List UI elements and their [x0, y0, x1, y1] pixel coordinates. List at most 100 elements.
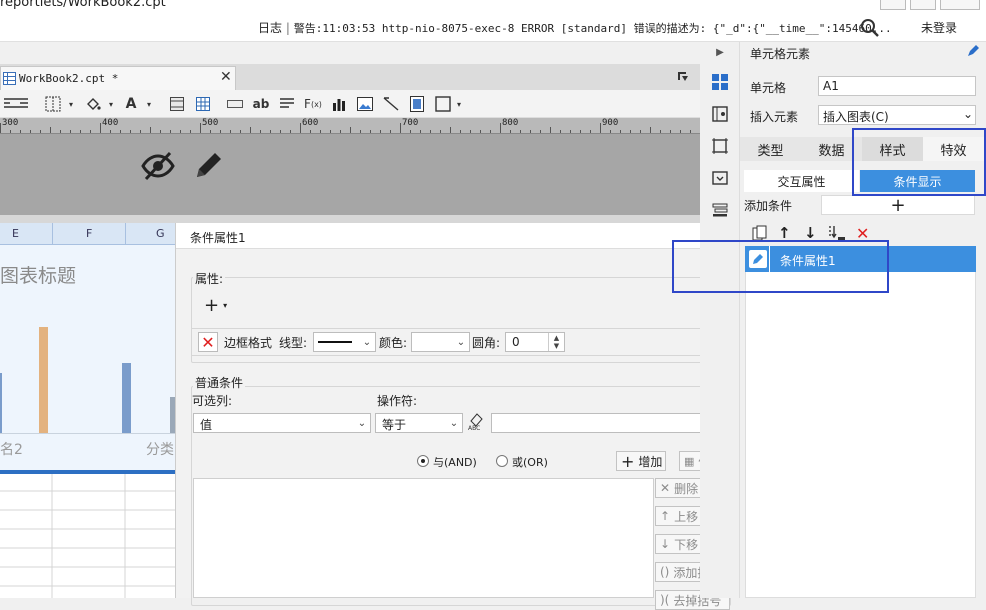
close-window-button[interactable] [940, 0, 980, 10]
add-attribute-button[interactable]: + ▾ [200, 295, 230, 316]
or-label: 或(OR) [512, 456, 548, 469]
radius-spinner[interactable]: 0 ▲ ▼ [505, 332, 565, 352]
collapse-arrow-icon[interactable]: ▶ [710, 42, 730, 62]
spreadsheet-icon [3, 72, 16, 88]
column-select-value: 值 [200, 418, 213, 432]
log-message: 警告:11:03:53 http-nio-8075-exec-8 ERROR [… [293, 22, 892, 35]
insert-text-icon[interactable] [226, 95, 244, 113]
value-type-icon[interactable]: ABC [467, 411, 487, 432]
chevron-down-icon: ⌄ [962, 107, 973, 121]
table-grid-icon[interactable] [194, 95, 212, 113]
editor-top-area [0, 42, 700, 64]
cell-attribute-icon[interactable] [710, 104, 730, 124]
and-radio[interactable] [417, 455, 429, 467]
arrow-down-icon: ↓ [660, 537, 671, 551]
log-area[interactable]: 日志 | 警告:11:03:53 http-nio-8075-exec-8 ER… [258, 19, 892, 36]
merge-cells-icon[interactable] [168, 95, 186, 113]
cell-element-icon[interactable] [710, 72, 730, 92]
insert-element-select[interactable]: 插入图表(C) ⌄ [818, 105, 976, 125]
line-type-label: 线型: [279, 336, 308, 350]
panel-edit-icon[interactable] [966, 44, 980, 61]
condition-attribute-list[interactable] [745, 246, 976, 598]
insert-element-label: 插入元素 [750, 110, 799, 124]
insert-slash-icon[interactable] [382, 95, 400, 113]
line-sample [318, 341, 352, 343]
operator-select[interactable]: 等于 ⌄ [375, 413, 463, 433]
bracket-icon: () [660, 565, 670, 579]
insert-image-icon[interactable] [356, 95, 374, 113]
restore-button[interactable] [910, 0, 936, 10]
radius-label: 圆角: [472, 336, 501, 350]
align-right-icon[interactable] [12, 95, 30, 113]
edit-pencil-icon[interactable] [192, 150, 224, 185]
border-dropdown-icon[interactable]: ▾ [62, 95, 80, 113]
add-condition-plus-button[interactable]: + [821, 195, 975, 216]
ruler-label: 700 [402, 118, 419, 128]
cell-grid[interactable] [0, 474, 175, 598]
arrow-up-icon: ↑ [660, 509, 671, 523]
chevron-down-icon: ⌄ [449, 417, 459, 429]
frame-dropdown-icon[interactable]: ▾ [450, 95, 468, 113]
dialog-header: 条件属性1 [176, 223, 744, 249]
or-radio[interactable] [496, 455, 508, 467]
ruler-label: 300 [2, 118, 19, 128]
line-type-select[interactable]: ⌄ [313, 332, 376, 352]
insert-chart-icon[interactable] [330, 95, 348, 113]
delete-icon: ✕ [660, 481, 671, 495]
font-color-icon[interactable]: A [122, 95, 140, 113]
insert-paragraph-icon[interactable] [278, 95, 296, 113]
list-settings-icon[interactable] [710, 200, 730, 220]
insert-formula-icon[interactable]: F (x) [304, 95, 322, 113]
column-f[interactable]: F [86, 227, 92, 240]
cell-input[interactable]: A1 [818, 76, 976, 96]
search-icon[interactable] [860, 18, 880, 41]
window-title: reportlets/WorkBook2.cpt [0, 0, 166, 10]
insert-subreport-icon[interactable] [408, 95, 426, 113]
condition-list[interactable] [193, 478, 654, 598]
float-element-icon[interactable] [710, 136, 730, 156]
tab-interaction[interactable]: 交互属性 [744, 170, 859, 192]
spinner-arrows-icon[interactable]: ▲ ▼ [548, 333, 564, 351]
remove-attribute-icon[interactable]: ✕ [198, 332, 218, 352]
panel-heading: 单元格元素 [750, 47, 811, 61]
ruler-label: 600 [302, 118, 319, 128]
ruler-label: 500 [202, 118, 219, 128]
window-title-bar: reportlets/WorkBook2.cpt [0, 0, 986, 12]
tab-label: WorkBook2.cpt * [19, 72, 119, 85]
login-link[interactable]: 未登录 [921, 19, 957, 36]
insert-richtext-icon[interactable]: ab [252, 95, 270, 113]
fill-color-icon[interactable] [84, 95, 102, 113]
attribute-legend: 属性: [193, 270, 226, 287]
column-header: E F G [0, 223, 175, 245]
right-icon-strip: ▶ [700, 42, 740, 598]
tab-menu-icon[interactable] [676, 70, 690, 87]
plus-icon: + [621, 451, 635, 471]
tab-type[interactable]: 类型 [740, 137, 801, 161]
font-color-dropdown-icon[interactable]: ▾ [140, 95, 158, 113]
condition-value-input[interactable] [491, 413, 729, 433]
fill-dropdown-icon[interactable]: ▾ [102, 95, 120, 113]
color-select[interactable]: ⌄ [411, 332, 470, 352]
close-tab-icon[interactable]: ✕ [220, 69, 232, 85]
x-axis-label: 分类 [146, 442, 174, 458]
chart-bar [0, 373, 2, 433]
tab-workbook2[interactable]: WorkBook2.cpt * ✕ [0, 66, 236, 90]
column-select[interactable]: 值 ⌄ [193, 413, 371, 433]
border-icon[interactable] [44, 95, 62, 113]
radius-value: 0 [512, 335, 520, 349]
bracket-remove-icon: )( [660, 593, 670, 607]
log-label[interactable]: 日志 [258, 21, 282, 35]
x-axis-label: 名2 [0, 442, 23, 458]
hide-eye-icon[interactable] [140, 150, 176, 185]
widget-settings-icon[interactable] [710, 168, 730, 188]
canvas-area [0, 134, 700, 215]
border-format-label: 边框格式 [224, 336, 273, 350]
add-condition-button[interactable]: + 增加 [616, 451, 666, 471]
chevron-down-icon: ⌄ [456, 336, 466, 348]
chart-preview[interactable]: 图表标题 名2 分类 [0, 245, 175, 470]
modify-icon: ▦ [684, 454, 695, 468]
highlight-box-list-item [672, 240, 889, 293]
column-g[interactable]: G [156, 227, 165, 240]
column-e[interactable]: E [12, 227, 19, 240]
minimize-button[interactable] [880, 0, 906, 10]
